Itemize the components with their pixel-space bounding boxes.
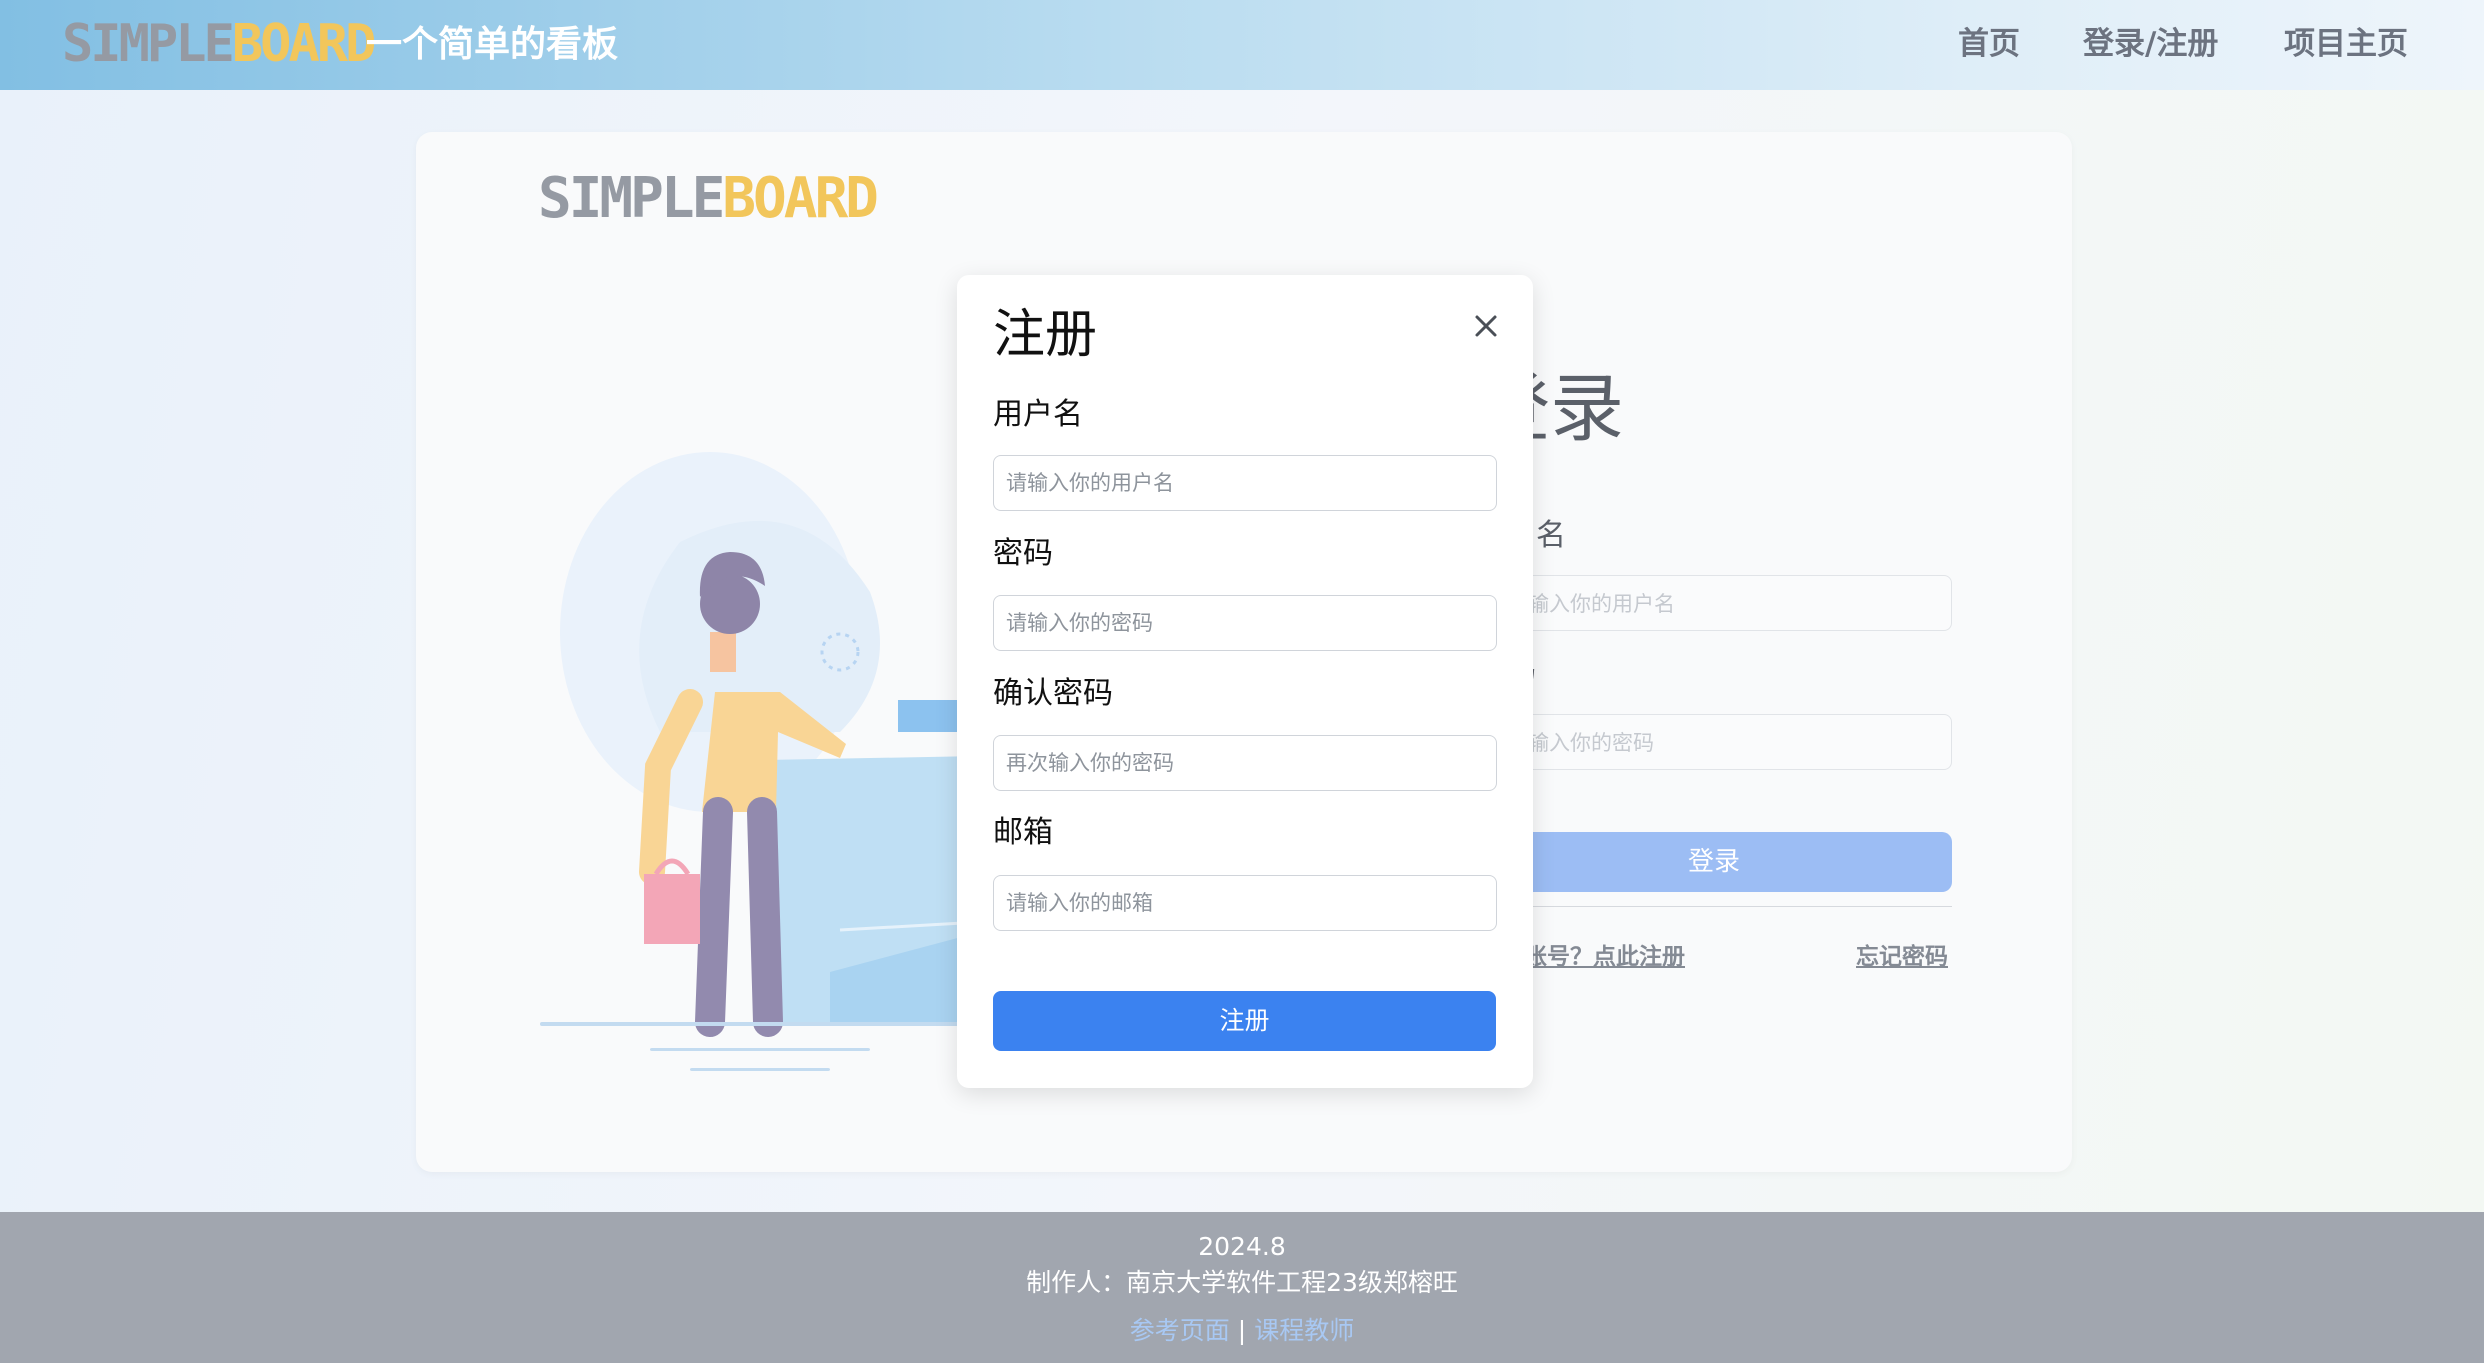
nav-link-project-home[interactable]: 项目主页 — [2284, 24, 2408, 64]
register-submit-button[interactable]: 注册 — [993, 991, 1496, 1051]
logo-text-simple: SIMPLE — [62, 14, 235, 74]
brand-subtitle: 一个简单的看板 — [366, 24, 619, 65]
confirm-password-input[interactable] — [993, 735, 1497, 791]
card-logo-text-board: BOARD — [722, 166, 879, 231]
email-label: 邮箱 — [993, 815, 1053, 850]
footer-link-teacher[interactable]: 课程教师 — [1254, 1316, 1354, 1345]
password-input[interactable] — [993, 595, 1497, 651]
login-button[interactable]: 登录 — [1476, 832, 1952, 892]
card-logo-text-simple: SIMPLE — [538, 166, 725, 231]
email-input[interactable] — [993, 875, 1497, 931]
close-icon[interactable] — [1471, 311, 1501, 341]
card-logo: SIMPLEBOARD — [538, 166, 879, 232]
footer-links: 参考页面 | 课程教师 — [0, 1314, 2484, 1348]
brand-logo[interactable]: SIMPLEBOARD — [62, 14, 377, 74]
footer-date: 2024.8 — [1198, 1232, 1286, 1261]
footer: 2024.8 制作人：南京大学软件工程23级郑榕旺 参考页面 | 课程教师 — [0, 1212, 2484, 1363]
confirm-password-label: 确认密码 — [993, 676, 1113, 711]
nav-link-login-register[interactable]: 登录/注册 — [2083, 24, 2218, 64]
login-password-input[interactable]: 请输入你的密码 — [1476, 714, 1952, 770]
forgot-password-link[interactable]: 忘记密码 — [1856, 942, 1948, 972]
login-divider — [1476, 906, 1952, 907]
register-modal: 注册 用户名 密码 确认密码 邮箱 注册 — [957, 275, 1533, 1088]
username-label: 用户名 — [993, 397, 1083, 432]
logo-text-board: BOARD — [231, 14, 377, 74]
login-username-input[interactable]: 请输入你的用户名 — [1476, 575, 1952, 631]
username-input[interactable] — [993, 455, 1497, 511]
footer-author: 制作人：南京大学软件工程23级郑榕旺 — [1026, 1268, 1458, 1297]
top-navbar: SIMPLEBOARD 一个简单的看板 首页 登录/注册 项目主页 — [0, 0, 2484, 90]
nav-link-home[interactable]: 首页 — [1958, 24, 2020, 64]
password-label: 密码 — [993, 536, 1053, 571]
footer-link-reference[interactable]: 参考页面 — [1130, 1316, 1230, 1345]
modal-title: 注册 — [993, 305, 1098, 365]
footer-separator: | — [1237, 1316, 1247, 1345]
